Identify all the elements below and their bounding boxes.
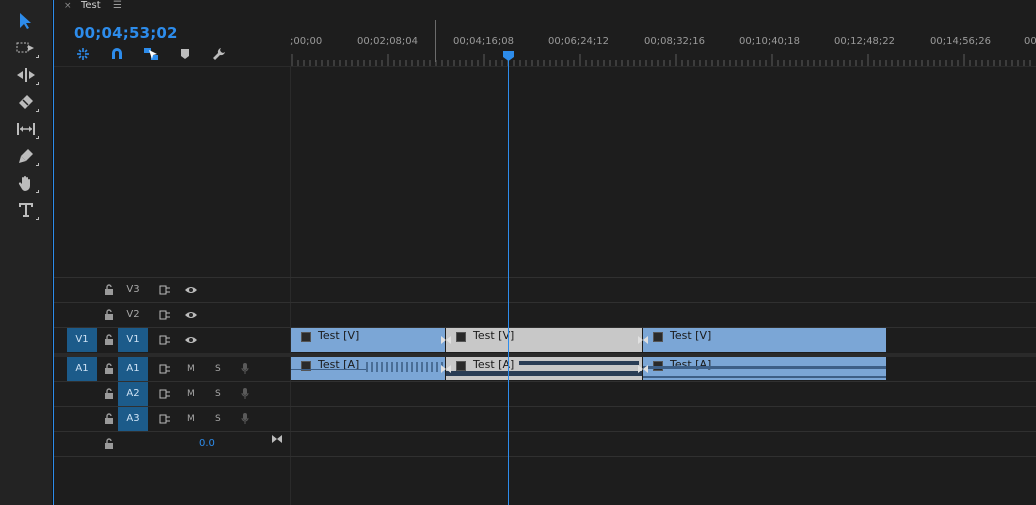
ruler-label: ;00;00: [290, 36, 323, 47]
track-select-tool-icon[interactable]: [12, 36, 40, 60]
audio-clip[interactable]: Test [A]: [643, 357, 886, 380]
audio-clip-selected[interactable]: Test [A]: [446, 357, 642, 380]
track-separator: [54, 381, 1036, 382]
track-separator: [54, 431, 1036, 432]
video-clip-selected[interactable]: Test [V]: [446, 328, 642, 352]
master-volume-value[interactable]: 0.0: [199, 438, 215, 449]
eye-icon[interactable]: [184, 335, 198, 345]
audio-waveform: [519, 361, 639, 365]
previous-edit-marker: [435, 20, 436, 62]
voice-over-mic-icon[interactable]: [241, 362, 249, 375]
fx-badge-icon: [456, 361, 466, 371]
video-clip[interactable]: Test [V]: [643, 328, 886, 352]
track-label-a1[interactable]: A1: [118, 357, 148, 381]
track-header-divider: [290, 66, 291, 505]
audio-clip[interactable]: Test [A]: [291, 357, 445, 380]
timeline-settings-wrench-icon[interactable]: [210, 46, 228, 62]
audio-waveform: [446, 371, 642, 376]
panel-focus-edge: [53, 0, 54, 505]
ruler-label: 00;08;32;16: [644, 36, 706, 47]
snap-magnet-icon[interactable]: [108, 46, 126, 62]
close-tab-icon[interactable]: ×: [64, 0, 72, 12]
voice-over-mic-icon[interactable]: [241, 412, 249, 425]
voice-over-mic-icon[interactable]: [241, 387, 249, 400]
slip-tool-icon[interactable]: [12, 117, 40, 141]
linked-selection-icon[interactable]: [142, 46, 160, 62]
fx-badge-icon: [456, 332, 466, 342]
track-label-v3[interactable]: V3: [118, 284, 148, 295]
solo-button[interactable]: S: [215, 364, 221, 374]
track-label-v1[interactable]: V1: [118, 328, 148, 352]
track-separator: [54, 406, 1036, 407]
playhead-timecode[interactable]: 00;04;53;02: [74, 24, 178, 42]
source-patch-a1[interactable]: A1: [67, 357, 97, 381]
sync-lock-icon[interactable]: [159, 310, 171, 320]
hand-tool-icon[interactable]: [12, 171, 40, 195]
panel-menu-icon[interactable]: ☰: [113, 0, 122, 12]
add-marker-icon[interactable]: [176, 46, 194, 62]
lock-icon[interactable]: [104, 334, 114, 345]
mute-button[interactable]: M: [187, 364, 195, 374]
ruler-label: 00;14;56;26: [930, 36, 992, 47]
ruler-label: 00;02;08;04: [357, 36, 419, 47]
eye-icon[interactable]: [184, 310, 198, 320]
track-label-a2[interactable]: A2: [118, 382, 148, 406]
clip-label: Test [V]: [318, 329, 360, 342]
lock-icon[interactable]: [104, 388, 114, 399]
tools-panel: [0, 0, 53, 505]
ruler-label: 00;10;40;18: [739, 36, 801, 47]
fx-badge-icon: [301, 332, 311, 342]
eye-icon[interactable]: [184, 285, 198, 295]
edit-point-icon[interactable]: [440, 334, 452, 346]
sync-lock-icon[interactable]: [159, 364, 171, 374]
video-clip[interactable]: Test [V]: [291, 328, 445, 352]
lock-icon[interactable]: [104, 438, 114, 449]
playhead-line[interactable]: [508, 58, 509, 505]
lock-icon[interactable]: [104, 413, 114, 424]
lock-icon[interactable]: [104, 284, 114, 295]
lock-icon[interactable]: [104, 309, 114, 320]
sync-lock-icon[interactable]: [159, 335, 171, 345]
fx-badge-icon: [653, 332, 663, 342]
sync-lock-icon[interactable]: [159, 285, 171, 295]
ruler-ticks: [291, 54, 1031, 66]
nest-icon[interactable]: [74, 46, 92, 62]
track-separator: [54, 277, 1036, 278]
mute-button[interactable]: M: [187, 389, 195, 399]
source-patch-v1[interactable]: V1: [67, 328, 97, 352]
track-label-a3[interactable]: A3: [118, 407, 148, 431]
solo-button[interactable]: S: [215, 389, 221, 399]
header-divider: [54, 66, 1036, 67]
sync-lock-icon[interactable]: [159, 389, 171, 399]
clip-label: Test [V]: [670, 329, 712, 342]
sync-lock-icon[interactable]: [159, 414, 171, 424]
razor-tool-icon[interactable]: [12, 90, 40, 114]
lock-icon[interactable]: [104, 363, 114, 374]
ruler-label: 00;06;24;12: [548, 36, 610, 47]
type-tool-icon[interactable]: [12, 198, 40, 222]
timeline-tab-bar: [54, 0, 1036, 14]
edit-point-icon[interactable]: [637, 334, 649, 346]
audio-waveform: [366, 362, 445, 372]
go-to-out-point-icon[interactable]: [271, 434, 283, 444]
solo-button[interactable]: S: [215, 414, 221, 424]
ruler-label: 00;04;16;08: [453, 36, 515, 47]
track-separator: [54, 302, 1036, 303]
track-separator: [54, 456, 1036, 457]
ruler-label: 00;12;48;22: [834, 36, 896, 47]
premiere-timeline-workspace: × Test ☰ 00;04;53;02 ;00;00 00;02;08;04 …: [0, 0, 1036, 505]
track-label-v2[interactable]: V2: [118, 309, 148, 320]
clip-label: Test [A]: [670, 358, 712, 371]
sequence-tab-title[interactable]: Test: [81, 0, 101, 12]
edit-point-icon[interactable]: [440, 363, 452, 375]
edit-point-icon[interactable]: [637, 363, 649, 375]
mute-button[interactable]: M: [187, 414, 195, 424]
ripple-edit-tool-icon[interactable]: [12, 63, 40, 87]
pen-tool-icon[interactable]: [12, 144, 40, 168]
ruler-label: 00: [1024, 36, 1036, 47]
time-ruler[interactable]: ;00;00 00;02;08;04 00;04;16;08 00;06;24;…: [290, 30, 1036, 66]
selection-tool-icon[interactable]: [12, 9, 40, 33]
